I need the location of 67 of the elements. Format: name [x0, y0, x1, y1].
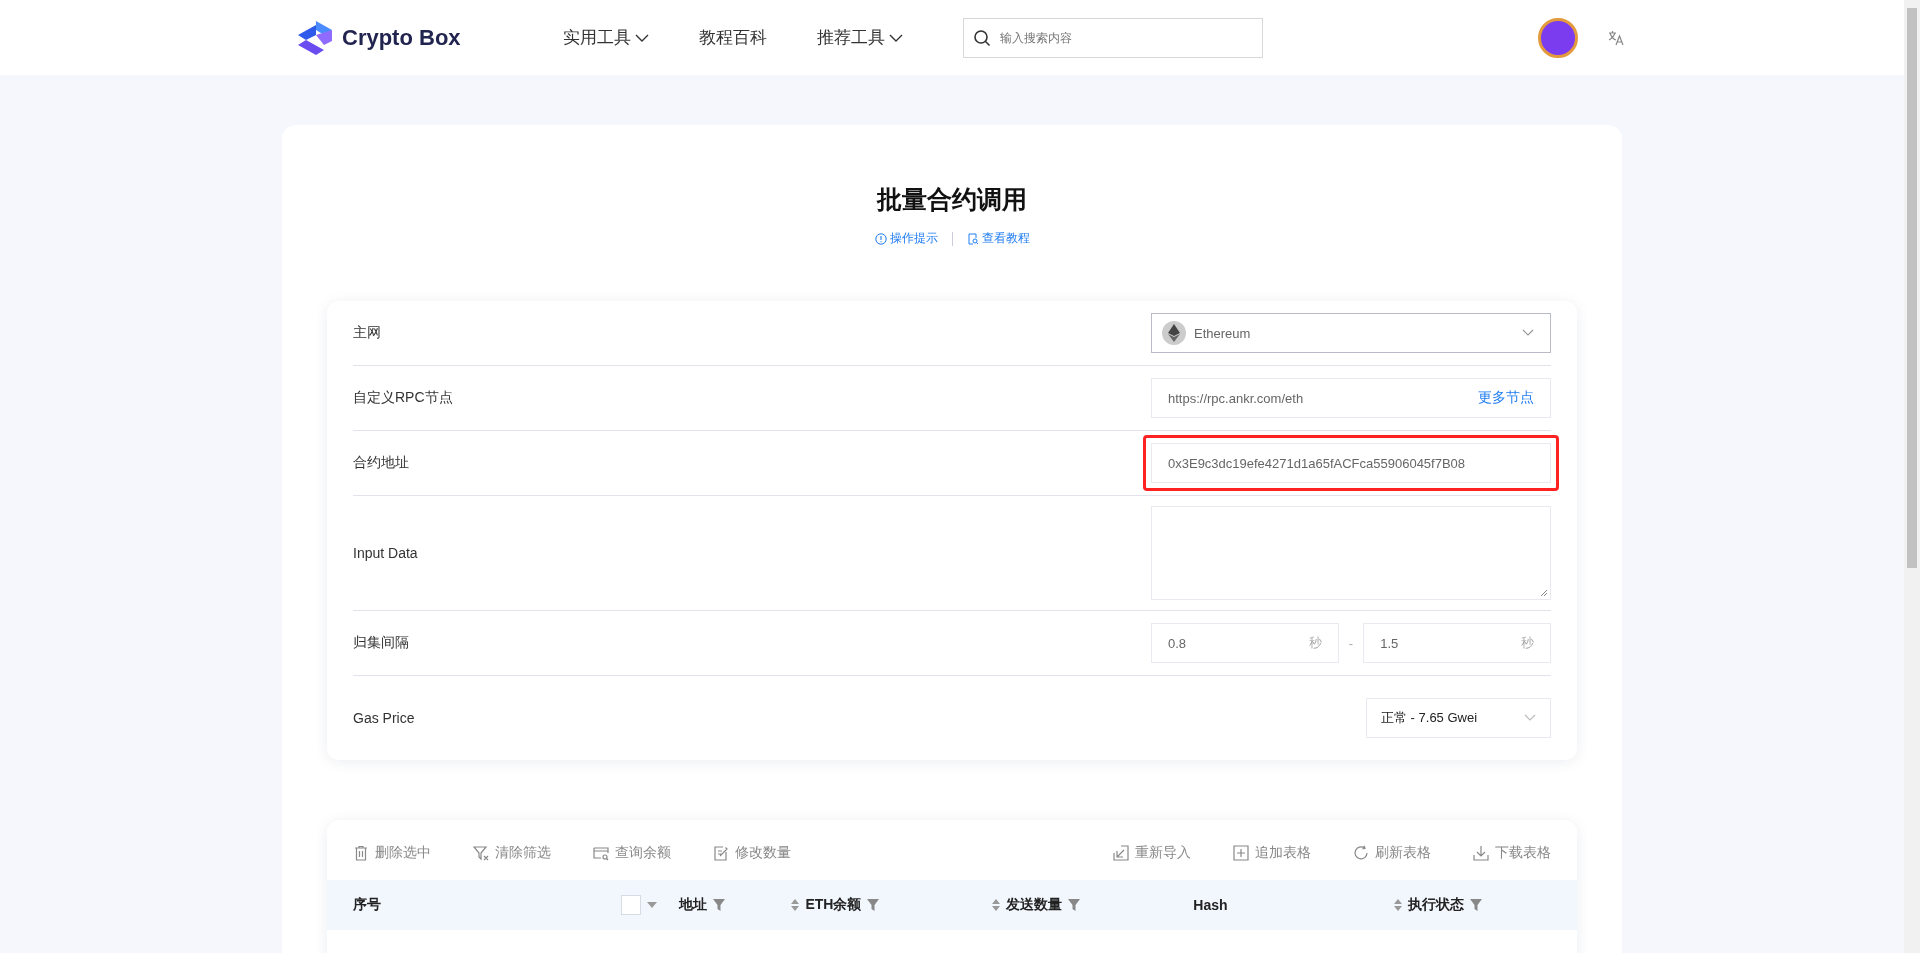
- plus-icon: [1233, 845, 1249, 861]
- toolbar-button[interactable]: 追加表格: [1233, 842, 1311, 864]
- chevron-down-icon: [1522, 329, 1534, 337]
- toolbar-button[interactable]: 清除筛选: [473, 842, 551, 864]
- column-header: 发送数量: [1006, 896, 1063, 914]
- field-label: 合约地址: [353, 454, 409, 472]
- toolbar-button[interactable]: 删除选中: [353, 842, 431, 864]
- filter-icon[interactable]: [1068, 899, 1081, 911]
- scrollbar[interactable]: [1904, 0, 1920, 953]
- select-all-checkbox[interactable]: [620, 895, 641, 915]
- field-label: 自定义RPC节点: [353, 389, 453, 407]
- sort-icon[interactable]: [791, 899, 800, 911]
- filter-icon[interactable]: [1470, 899, 1483, 911]
- help-link[interactable]: 查看教程: [966, 230, 1030, 247]
- rpc-input[interactable]: https://rpc.ankr.com/eth 更多节点: [1151, 378, 1551, 418]
- column-header: 执行状态: [1408, 896, 1465, 914]
- sort-icon[interactable]: [1394, 899, 1403, 911]
- range-separator: -: [1348, 635, 1354, 651]
- refresh-icon: [1353, 845, 1369, 861]
- nav-menu-item[interactable]: 教程百科: [699, 26, 767, 49]
- chevron-down-icon: [635, 32, 649, 43]
- network-select[interactable]: Ethereum: [1151, 313, 1551, 353]
- chevron-down-icon: [889, 32, 903, 43]
- nav-menu-item[interactable]: 推荐工具: [817, 26, 903, 49]
- logo-icon: [296, 18, 334, 57]
- contract-address-input[interactable]: 0x3E9c3dc19efe4271d1a65fACFca55906045f7B08: [1151, 443, 1551, 483]
- column-header: 序号: [353, 896, 381, 914]
- column-header: Hash: [1193, 897, 1228, 913]
- interval-min-input[interactable]: 0.8 秒: [1151, 623, 1339, 663]
- nav-menu-item[interactable]: 实用工具: [563, 26, 649, 49]
- document-search-icon: [966, 232, 979, 245]
- more-nodes-link[interactable]: 更多节点: [1478, 389, 1534, 407]
- filter-icon[interactable]: [712, 899, 725, 911]
- page-title: 批量合约调用: [877, 184, 1027, 215]
- gas-price-select[interactable]: 正常 - 7.65 Gwei: [1366, 698, 1551, 738]
- search-field[interactable]: 输入搜索内容: [963, 17, 1263, 58]
- field-label: Input Data: [353, 545, 418, 561]
- edit-icon: [713, 845, 729, 861]
- field-label: 归集间隔: [353, 634, 409, 652]
- translate-icon[interactable]: [1608, 29, 1624, 46]
- interval-max-input[interactable]: 1.5 秒: [1363, 623, 1551, 663]
- search-icon: [973, 28, 991, 47]
- download-icon: [1473, 845, 1489, 861]
- toolbar-button[interactable]: 刷新表格: [1353, 842, 1431, 864]
- field-label: Gas Price: [353, 710, 415, 726]
- resize-grip-icon[interactable]: [1540, 589, 1548, 597]
- field-label: 主网: [353, 324, 381, 342]
- import-icon: [1113, 845, 1129, 861]
- ethereum-icon: [1162, 321, 1186, 345]
- chevron-down-icon: [1524, 714, 1536, 722]
- info-icon: [874, 232, 887, 245]
- avatar[interactable]: [1538, 17, 1578, 58]
- column-header: ETH余额: [805, 896, 862, 914]
- input-data-textarea[interactable]: [1151, 506, 1551, 600]
- trash-icon: [353, 845, 369, 861]
- toolbar-button[interactable]: 下载表格: [1473, 842, 1551, 864]
- toolbar-button[interactable]: 查询余额: [593, 842, 671, 864]
- toolbar-button[interactable]: 修改数量: [713, 842, 791, 864]
- card-search-icon: [593, 845, 609, 861]
- filter-icon[interactable]: [867, 899, 880, 911]
- column-header: 地址: [678, 896, 707, 914]
- logo-text[interactable]: Crypto Box: [342, 24, 461, 51]
- toolbar-button[interactable]: 重新导入: [1113, 842, 1191, 864]
- caret-icon[interactable]: [646, 902, 657, 908]
- sort-icon[interactable]: [992, 899, 1001, 911]
- filter-icon: [473, 845, 489, 861]
- help-link[interactable]: 操作提示: [874, 230, 938, 247]
